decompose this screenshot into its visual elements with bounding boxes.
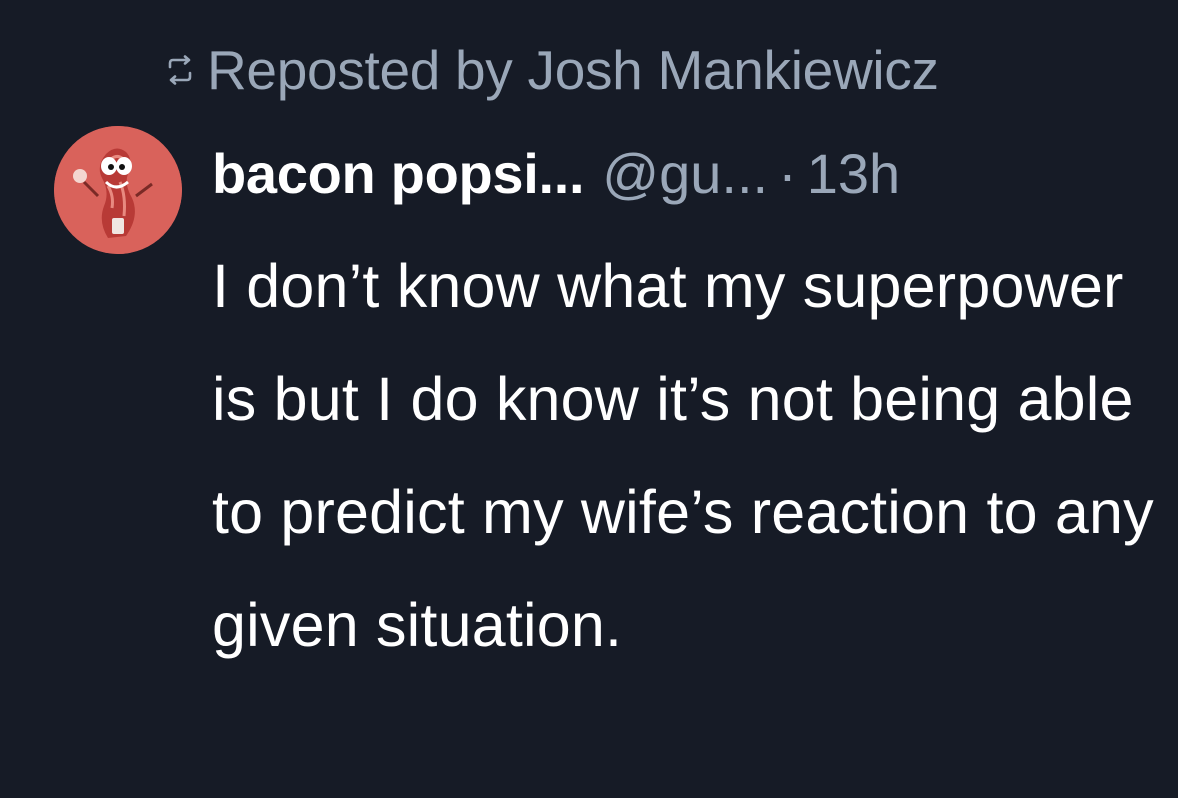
repost-icon bbox=[163, 53, 197, 87]
separator-dot: · bbox=[778, 141, 797, 205]
repost-indicator[interactable]: Reposted by Josh Mankiewicz bbox=[163, 34, 939, 106]
avatar[interactable] bbox=[54, 126, 182, 254]
post-card[interactable]: Reposted by Josh Mankiewicz bacon popsi.… bbox=[0, 0, 1178, 798]
post-body-text: I don’t know what my superpower is but I… bbox=[212, 252, 1154, 659]
bacon-mascot-avatar-icon bbox=[54, 126, 182, 254]
post-timestamp[interactable]: 13h bbox=[807, 141, 900, 206]
author-display-name[interactable]: bacon popsi... bbox=[212, 141, 585, 206]
author-handle[interactable]: @gu... bbox=[602, 141, 768, 206]
repost-label: Reposted by Josh Mankiewicz bbox=[207, 39, 939, 101]
post-header: bacon popsi... @gu... · 13h bbox=[212, 137, 900, 209]
